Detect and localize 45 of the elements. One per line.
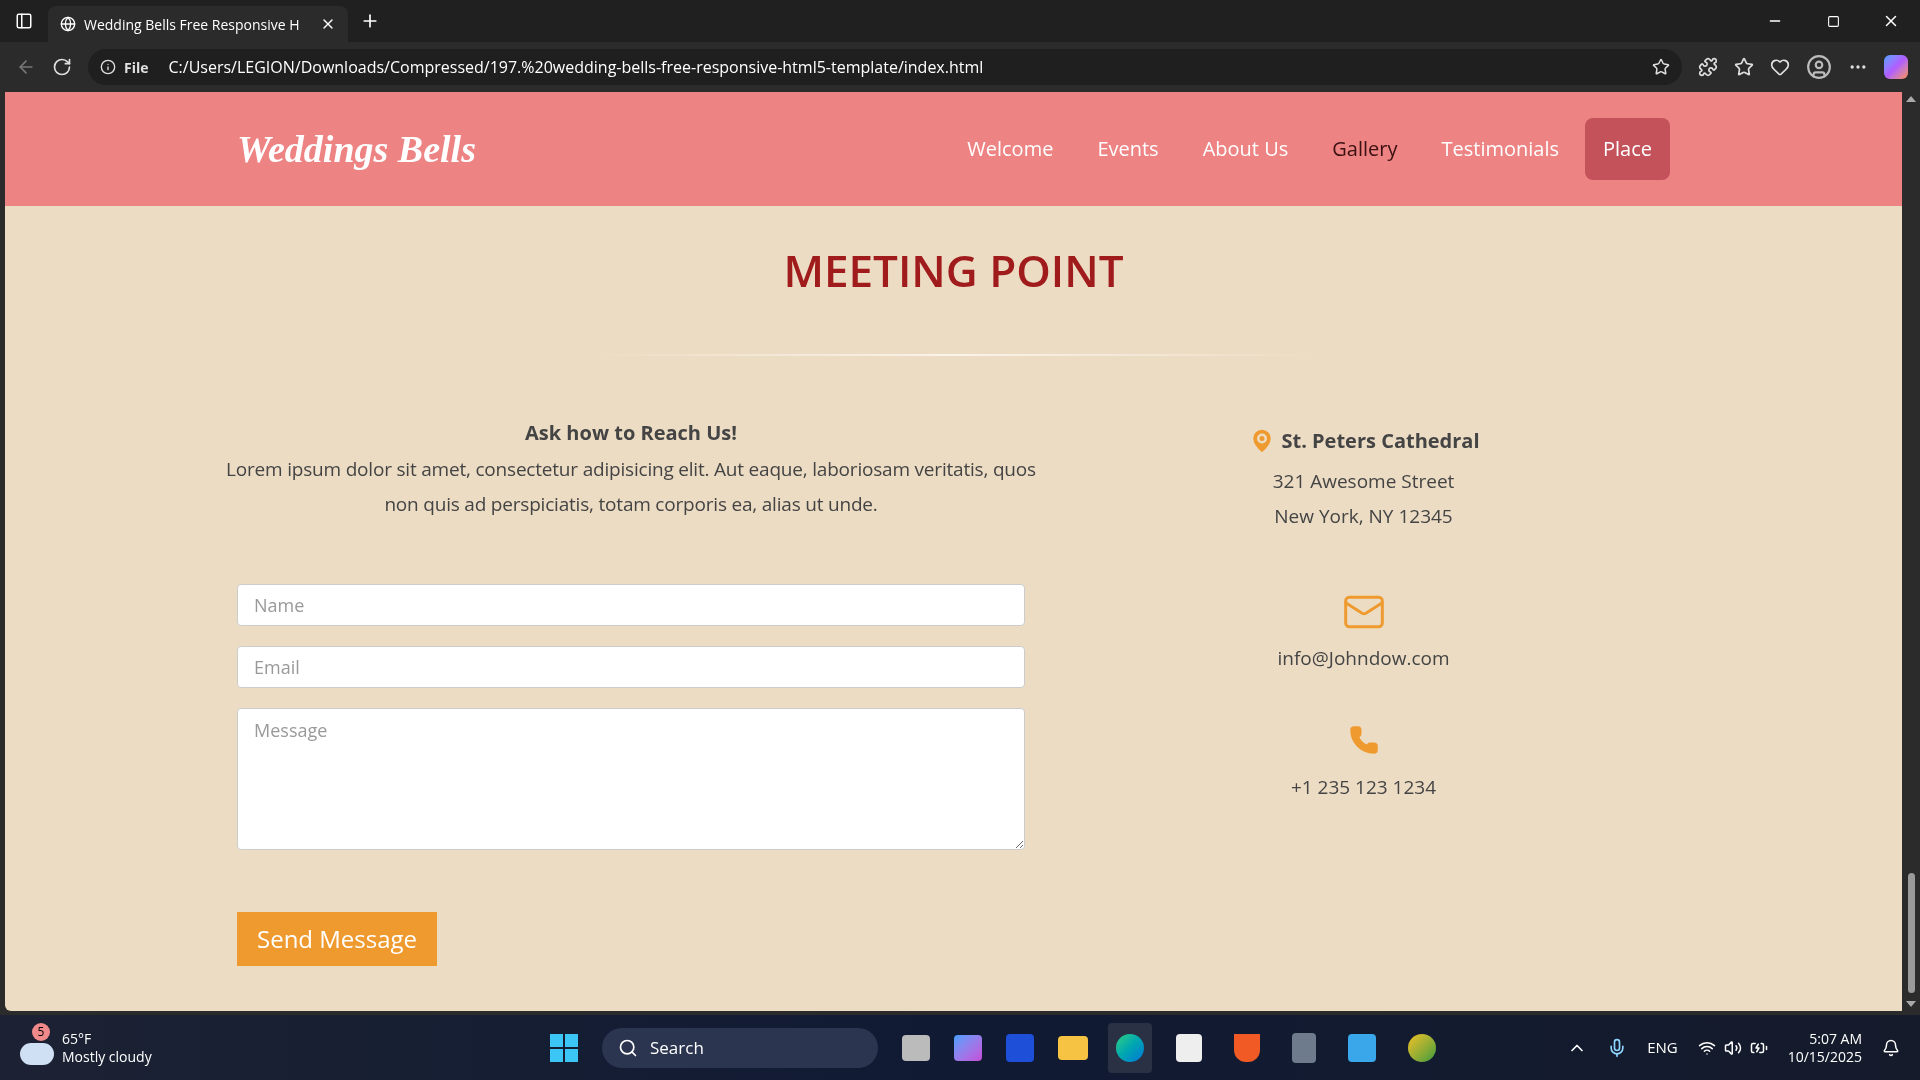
taskbar-search[interactable]: Search — [602, 1027, 878, 1068]
reload-icon[interactable] — [52, 57, 72, 77]
temperature-text: 65°F — [62, 1029, 93, 1048]
address-line: New York, NY 12345 — [1274, 502, 1453, 531]
browser-tab[interactable]: Wedding Bells Free Responsive H — [48, 6, 348, 42]
info-icon — [100, 59, 116, 75]
url-text: C:/Users/LEGION/Downloads/Compressed/197.%20wedding-bells-free-responsive-html5-template/index.html — [168, 55, 985, 79]
shield-app-icon[interactable] — [1234, 1033, 1260, 1062]
clock-time[interactable]: 5:07 AM — [1809, 1029, 1862, 1048]
app-icon[interactable] — [1176, 1033, 1202, 1062]
address-bar[interactable]: File C:/Users/LEGION/Downloads/Compressed/197.%20wedding-bells-free-responsive-html5-template/index.html — [88, 49, 1682, 85]
address-line: 321 Awesome Street — [1272, 467, 1455, 496]
folder-icon[interactable] — [1058, 1035, 1088, 1060]
clock-date[interactable]: 10/15/2025 — [1787, 1047, 1862, 1066]
tab-title: Wedding Bells Free Responsive H — [84, 13, 301, 35]
nav-link[interactable]: Gallery — [1314, 118, 1416, 180]
input-field[interactable]: Email — [237, 646, 1025, 688]
favorites-icon[interactable] — [1734, 57, 1754, 77]
windows-start-icon[interactable] — [550, 1033, 578, 1062]
search-icon — [618, 1037, 638, 1058]
contact-description: Lorem ipsum dolor sit amet, consectetur adipisicing elit. Aut eaque, laboriosam veritatis, quos non quis ad perspiciatis, totam corporis ea, alias ut unde. — [225, 455, 1037, 519]
phone-number: +1 235 123 1234 — [1290, 772, 1437, 801]
place-name: St. Peters Cathedral — [1281, 426, 1480, 456]
url-scheme-label: File — [124, 56, 149, 78]
sidebar-toggle-icon[interactable] — [15, 12, 33, 30]
app-icon[interactable] — [902, 1034, 930, 1061]
phone-icon — [1348, 724, 1379, 755]
profile-icon[interactable] — [1806, 54, 1832, 80]
favorite-star-icon[interactable] — [1652, 58, 1670, 76]
language-indicator[interactable]: ENG — [1647, 1036, 1678, 1059]
app-icon[interactable] — [954, 1034, 982, 1061]
message-field[interactable]: Message — [237, 708, 1025, 850]
notification-badge: 5 — [32, 1022, 50, 1041]
input-field[interactable]: Name — [237, 584, 1025, 626]
section-title: MEETING POINT — [783, 248, 1124, 292]
nav-link[interactable]: Place — [1585, 118, 1670, 180]
extensions-icon[interactable] — [1698, 57, 1718, 77]
email-address: info@Johndow.com — [1277, 644, 1450, 673]
contact-heading: Ask how to Reach Us! — [525, 418, 737, 448]
restore-icon[interactable] — [1826, 14, 1840, 28]
volume-icon[interactable] — [1723, 1038, 1742, 1057]
weather-condition: Mostly cloudy — [62, 1047, 152, 1066]
heart-pulse-icon[interactable] — [1770, 57, 1790, 77]
notification-bell-icon[interactable] — [1882, 1038, 1900, 1057]
globe-icon — [60, 16, 76, 32]
